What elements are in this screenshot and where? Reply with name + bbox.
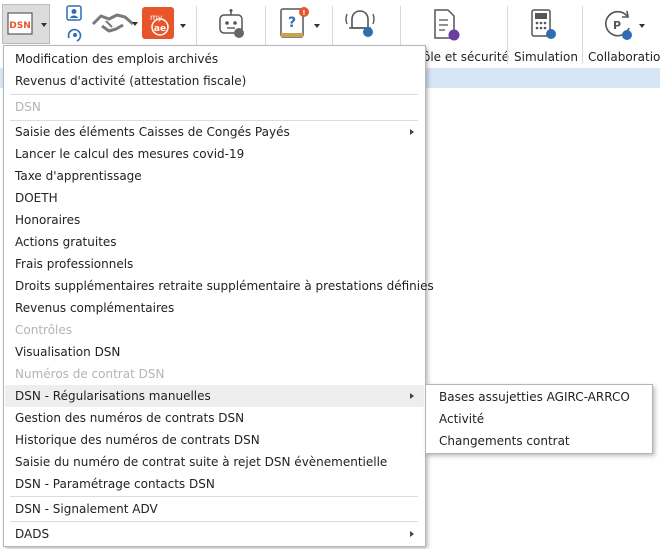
alarm-bell-icon (345, 10, 375, 37)
submenu-item-changements-contrat[interactable]: Changements contrat (427, 430, 651, 452)
menu-item-taxe-apprentissage[interactable]: Taxe d'apprentissage (5, 165, 424, 187)
myae-button[interactable]: my ae (141, 6, 187, 40)
handshake-button[interactable] (90, 6, 138, 40)
menu-separator (10, 521, 418, 522)
calculator-icon (531, 9, 556, 39)
dsn-menu-button[interactable]: DSN (2, 4, 50, 44)
collaboration-icon: P (605, 10, 632, 40)
svg-text:!: ! (302, 9, 305, 17)
menu-item-historique-numeros-contrats[interactable]: Historique des numéros de contrats DSN (5, 429, 424, 451)
collaboration-button[interactable]: P Collaboration (583, 0, 660, 68)
simulation-button[interactable]: Simulation (508, 0, 580, 68)
menu-item-revenus-activite[interactable]: Revenus d'activité (attestation fiscale) (5, 70, 424, 92)
menu-item-numeros-contrat-dsn: Numéros de contrat DSN (15, 367, 165, 381)
menu-item-frais-professionnels[interactable]: Frais professionnels (5, 253, 424, 275)
svg-text:P: P (613, 19, 621, 32)
menu-item-calcul-covid[interactable]: Lancer le calcul des mesures covid-19 (5, 143, 424, 165)
submenu-item-bases-agirc-arrco[interactable]: Bases assujetties AGIRC-ARRCO (427, 386, 651, 408)
dsn-icon: DSN (7, 12, 33, 35)
menu-item-actions-gratuites[interactable]: Actions gratuites (5, 231, 424, 253)
menu-item-honoraires[interactable]: Honoraires (5, 209, 424, 231)
menu-separator (10, 94, 418, 95)
robot-button[interactable] (214, 8, 248, 40)
svg-text:ae: ae (154, 24, 166, 34)
refresh-person-button[interactable] (65, 26, 83, 44)
menu-separator (10, 496, 418, 497)
menu-item-dads[interactable]: DADS (5, 523, 424, 545)
help-book-icon: ? ! (280, 7, 309, 38)
menu-item-signalement-adv[interactable]: DSN - Signalement ADV (5, 498, 424, 520)
role-security-label: ôle et sécurité (423, 50, 509, 64)
regularisations-submenu: Bases assujetties AGIRC-ARRCO Activité C… (425, 384, 653, 454)
submenu-item-activite[interactable]: Activité (427, 408, 651, 430)
collaboration-label: Collaboration (588, 50, 660, 64)
menu-header-dsn: DSN (15, 100, 41, 114)
alarm-button[interactable] (343, 4, 377, 40)
menu-item-controles: Contrôles (15, 323, 73, 337)
svg-text:DSN: DSN (9, 21, 31, 31)
simulation-label: Simulation (514, 50, 578, 64)
submenu-arrow-icon (410, 393, 414, 399)
svg-text:?: ? (288, 15, 296, 31)
menu-item-doeth[interactable]: DOETH (5, 187, 424, 209)
dsn-dropdown-menu: Modification des emplois archivés Revenu… (3, 45, 434, 547)
menu-item-caisses-conges-payes[interactable]: Saisie des éléments Caisses de Congés Pa… (5, 121, 424, 143)
document-calendar-icon (434, 9, 460, 41)
handshake-icon (91, 13, 134, 33)
contact-card-icon (66, 5, 82, 21)
menu-item-parametrage-contacts[interactable]: DSN - Paramétrage contacts DSN (5, 473, 424, 495)
menu-item-modification-emplois-archives[interactable]: Modification des emplois archivés (5, 48, 424, 70)
robot-icon (219, 9, 244, 38)
menu-item-visualisation-dsn[interactable]: Visualisation DSN (5, 341, 424, 363)
refresh-person-icon (67, 28, 82, 42)
menu-item-droits-retraite[interactable]: Droits supplémentaires retraite suppléme… (5, 275, 434, 297)
myae-icon: my ae (142, 7, 174, 39)
menu-item-revenus-complementaires[interactable]: Revenus complémentaires (5, 297, 424, 319)
submenu-arrow-icon (410, 129, 414, 135)
contact-card-button[interactable] (65, 4, 83, 22)
help-button[interactable]: ? ! (278, 6, 324, 40)
menu-item-regularisations-manuelles[interactable]: DSN - Régularisations manuelles (5, 385, 424, 407)
submenu-arrow-icon (410, 531, 414, 537)
menu-item-saisie-numero-contrat-rejet[interactable]: Saisie du numéro de contrat suite à reje… (5, 451, 424, 473)
menu-item-gestion-numeros-contrats[interactable]: Gestion des numéros de contrats DSN (5, 407, 424, 429)
